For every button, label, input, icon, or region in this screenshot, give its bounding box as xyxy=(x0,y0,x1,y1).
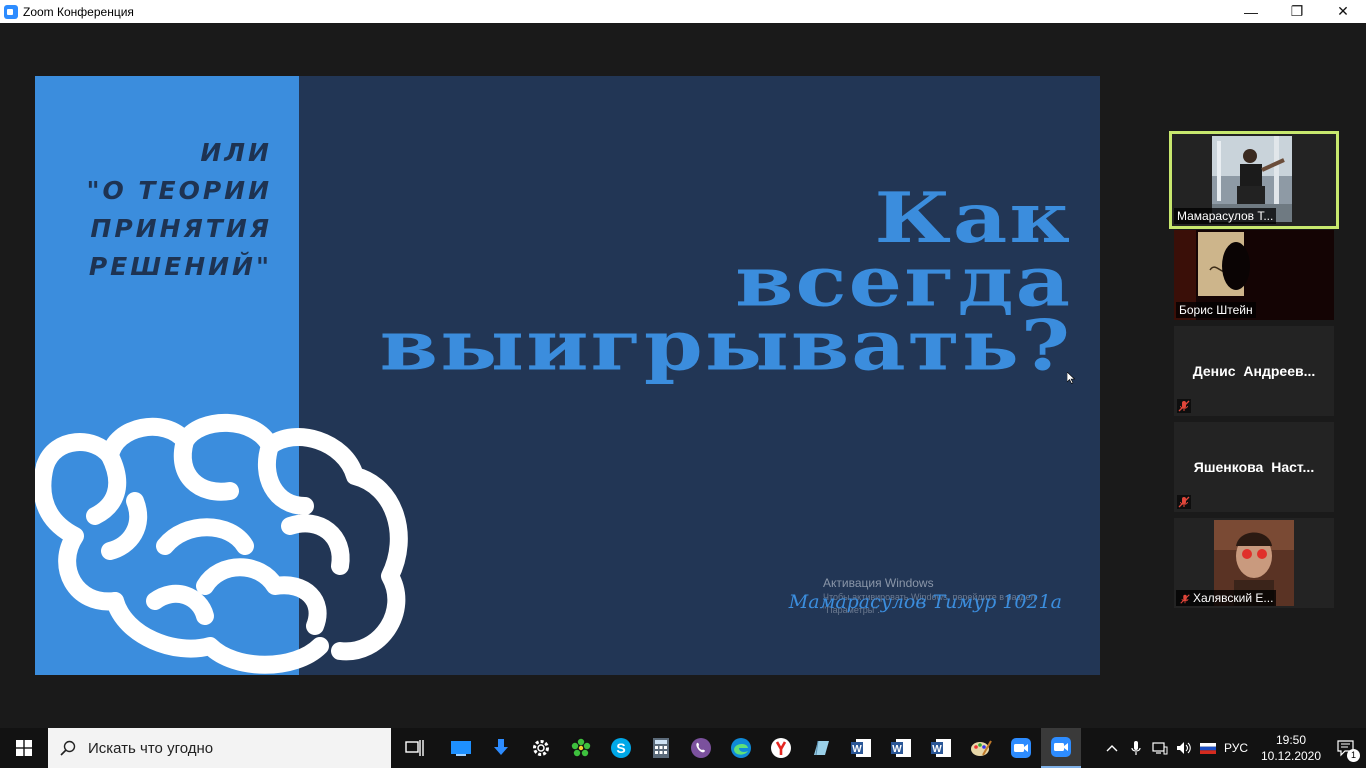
word-icon: W xyxy=(891,739,911,757)
participant-tile[interactable]: Халявский Е... xyxy=(1174,518,1334,608)
clock-time: 19:50 xyxy=(1275,733,1307,747)
speaker-icon xyxy=(1176,742,1191,754)
taskbar-search[interactable]: Искать что угодно xyxy=(48,728,391,768)
settings-icon xyxy=(533,740,549,756)
taskbar-apps: S W W W xyxy=(395,728,1081,768)
microphone-muted-icon xyxy=(1180,594,1190,604)
word-icon: W xyxy=(931,739,951,757)
clock[interactable]: 19:50 10.12.2020 xyxy=(1256,732,1326,764)
taskbar-app-zoom-meeting[interactable] xyxy=(1041,728,1081,768)
search-icon xyxy=(60,740,76,756)
taskbar-app-desktop[interactable] xyxy=(441,728,481,768)
yandex-browser-icon xyxy=(771,738,791,758)
skype-icon: S xyxy=(611,738,631,758)
zoom-app-icon xyxy=(4,4,18,19)
slide-author: Мамарасулов Тимур 1021а xyxy=(788,591,1062,613)
zoom-icon xyxy=(1011,738,1031,758)
participant-name: Яшенкова Наст... xyxy=(1193,459,1315,475)
viber-icon xyxy=(691,738,711,758)
window-title: Zoom Конференция xyxy=(23,4,134,19)
participant-name: Халявский Е... xyxy=(1193,591,1274,605)
notification-count-badge: 1 xyxy=(1347,749,1360,762)
restore-button[interactable]: ❐ xyxy=(1274,0,1320,23)
language-flag[interactable] xyxy=(1196,728,1220,768)
activation-title: Активация Windows xyxy=(823,576,934,590)
participant-name: Борис Штейн xyxy=(1176,302,1256,318)
taskbar-app-icq[interactable] xyxy=(561,728,601,768)
taskbar-app-word[interactable]: W xyxy=(841,728,881,768)
slide-subtitle: ИЛИ "О ТЕОРИИ ПРИНЯТИЯ РЕШЕНИЙ" xyxy=(86,138,272,281)
title-bar: Zoom Конференция — ❐ ✕ xyxy=(0,0,1366,23)
participants-gallery: Мамарасулов Т... Борис Штейн Денис Андре… xyxy=(1169,131,1339,614)
task-view-button[interactable] xyxy=(395,728,435,768)
taskbar-app-skype[interactable]: S xyxy=(601,728,641,768)
svg-text:S: S xyxy=(616,740,625,756)
taskbar-app-download[interactable] xyxy=(481,728,521,768)
participant-tile[interactable]: Мамарасулов Т... xyxy=(1169,131,1339,229)
edge-icon xyxy=(731,738,751,758)
start-button[interactable] xyxy=(0,728,48,768)
taskbar-app-word[interactable]: W xyxy=(881,728,921,768)
input-language[interactable]: РУС xyxy=(1224,741,1248,755)
close-button[interactable]: ✕ xyxy=(1320,0,1366,23)
participant-name: Денис Андреев... xyxy=(1192,363,1316,379)
volume-tray-button[interactable] xyxy=(1172,728,1196,768)
svg-text:W: W xyxy=(932,744,942,755)
participant-tile[interactable]: Денис Андреев... xyxy=(1174,326,1334,416)
taskbar-app-notes[interactable] xyxy=(801,728,841,768)
shared-screen-slide: ИЛИ "О ТЕОРИИ ПРИНЯТИЯ РЕШЕНИЙ" Как всег… xyxy=(35,76,1100,675)
taskbar-app-paint[interactable] xyxy=(961,728,1001,768)
zoom-active-icon xyxy=(1051,737,1071,757)
taskbar-app-word[interactable]: W xyxy=(921,728,961,768)
taskbar-app-edge[interactable] xyxy=(721,728,761,768)
download-icon xyxy=(494,739,508,755)
microphone-muted-icon xyxy=(1177,495,1191,509)
notes-icon xyxy=(814,740,829,756)
calculator-icon xyxy=(653,738,669,758)
taskbar-app-calculator[interactable] xyxy=(641,728,681,768)
slide-title: Как всегда выигрывать? xyxy=(312,183,1072,387)
taskbar-app-viber[interactable] xyxy=(681,728,721,768)
system-tray: РУС 19:50 10.12.2020 1 xyxy=(1100,728,1366,768)
mouse-cursor-icon xyxy=(1067,372,1075,384)
meeting-stage: ИЛИ "О ТЕОРИИ ПРИНЯТИЯ РЕШЕНИЙ" Как всег… xyxy=(0,23,1366,728)
russia-flag-icon xyxy=(1199,742,1216,754)
brain-icon xyxy=(35,413,408,674)
show-hidden-icons-button[interactable] xyxy=(1100,728,1124,768)
taskbar-app-zoom[interactable] xyxy=(1001,728,1041,768)
windows-logo-icon xyxy=(16,740,32,756)
participant-tile[interactable]: Борис Штейн xyxy=(1174,230,1334,320)
icq-icon xyxy=(571,738,591,758)
word-icon: W xyxy=(851,739,871,757)
slide-title-line: выигрывать? xyxy=(379,304,1072,387)
paint-icon xyxy=(971,740,992,756)
svg-text:W: W xyxy=(892,744,902,755)
network-icon xyxy=(1152,742,1168,755)
network-tray-button[interactable] xyxy=(1148,728,1172,768)
microphone-muted-icon xyxy=(1177,399,1191,413)
minimize-button[interactable]: — xyxy=(1228,0,1274,23)
action-center-button[interactable]: 1 xyxy=(1326,728,1366,768)
taskbar-app-yandex[interactable] xyxy=(761,728,801,768)
participant-name: Мамарасулов Т... xyxy=(1174,208,1277,224)
microphone-icon xyxy=(1131,741,1141,755)
windows-taskbar: Искать что угодно S W W W РУС 19:50 10.1… xyxy=(0,728,1366,768)
participant-tile[interactable]: Яшенкова Наст... xyxy=(1174,422,1334,512)
clock-date: 10.12.2020 xyxy=(1260,749,1322,763)
participant-name-tag: Халявский Е... xyxy=(1176,590,1277,606)
taskbar-app-settings[interactable] xyxy=(521,728,561,768)
microphone-tray-button[interactable] xyxy=(1124,728,1148,768)
chevron-up-icon xyxy=(1106,745,1118,752)
svg-text:W: W xyxy=(852,744,862,755)
desktop-icon xyxy=(451,741,471,756)
window-controls: — ❐ ✕ xyxy=(1228,0,1366,23)
search-placeholder: Искать что угодно xyxy=(88,739,214,757)
task-view-icon xyxy=(405,740,424,756)
